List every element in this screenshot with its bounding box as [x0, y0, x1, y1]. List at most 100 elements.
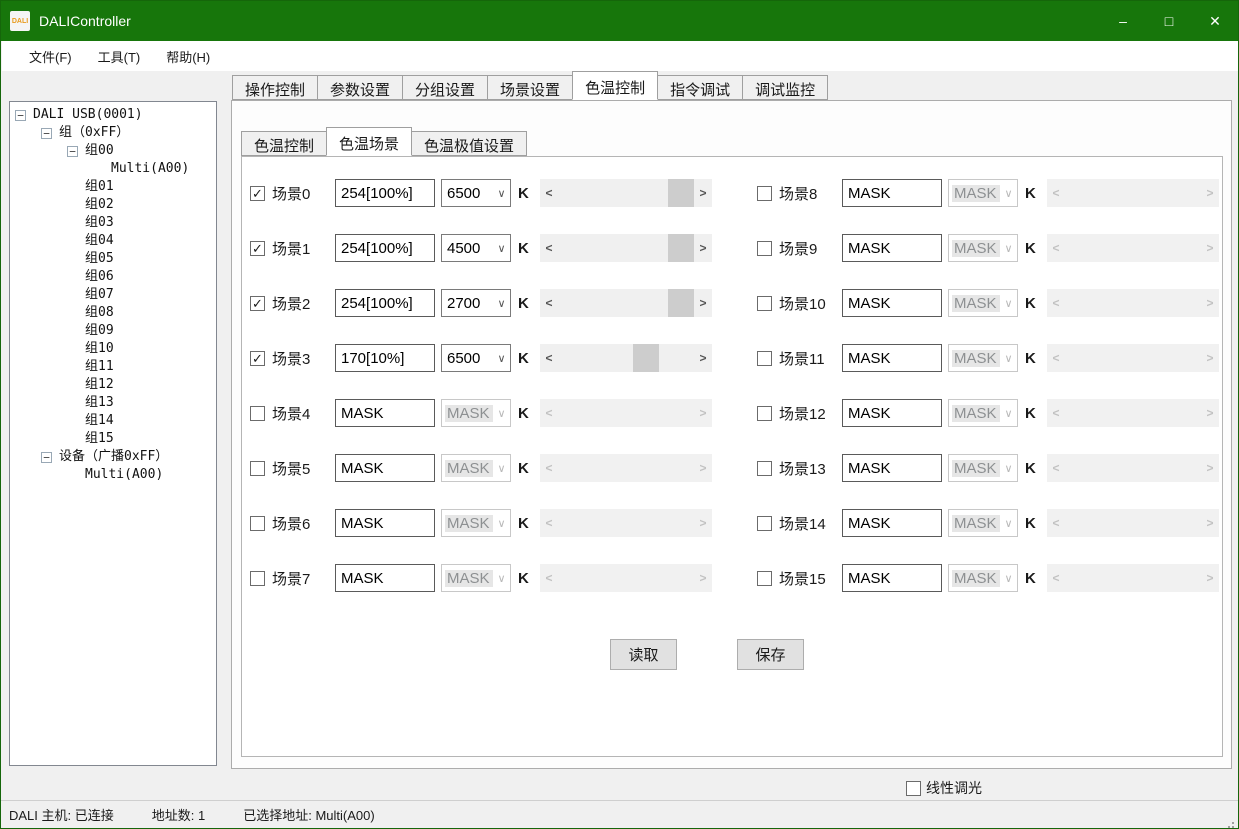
sub-tab-2[interactable]: 色温极值设置	[411, 131, 527, 156]
scene-scrollbar[interactable]: < >	[540, 454, 712, 482]
scroll-left-icon[interactable]: <	[1047, 509, 1065, 537]
scene-level-input[interactable]	[842, 289, 942, 317]
scene-scrollbar[interactable]: < >	[540, 234, 712, 262]
tree-item[interactable]: 组04	[10, 232, 216, 250]
tree-item[interactable]: 组09	[10, 322, 216, 340]
scene-checkbox[interactable]	[250, 406, 265, 421]
tree-item[interactable]: −DALI USB(0001)	[10, 106, 216, 124]
scene-temp-dropdown[interactable]: MASK ∨	[441, 564, 511, 592]
scroll-left-icon[interactable]: <	[540, 399, 558, 427]
scroll-thumb-handle[interactable]	[668, 234, 694, 262]
scroll-left-icon[interactable]: <	[1047, 399, 1065, 427]
scene-checkbox[interactable]: ✓	[250, 296, 265, 311]
scene-checkbox[interactable]: ✓	[250, 186, 265, 201]
scroll-left-icon[interactable]: <	[540, 509, 558, 537]
scene-scrollbar[interactable]: < >	[1047, 344, 1219, 372]
tree-item[interactable]: 组03	[10, 214, 216, 232]
scene-checkbox[interactable]	[757, 571, 772, 586]
scene-level-input[interactable]	[842, 399, 942, 427]
scroll-right-icon[interactable]: >	[1201, 179, 1219, 207]
menu-item-0[interactable]: 文件(F)	[16, 41, 85, 71]
scene-level-input[interactable]	[335, 399, 435, 427]
scene-temp-dropdown[interactable]: MASK ∨	[948, 454, 1018, 482]
scene-checkbox[interactable]: ✓	[250, 351, 265, 366]
scroll-right-icon[interactable]: >	[1201, 344, 1219, 372]
scene-checkbox[interactable]	[250, 461, 265, 476]
main-tab-0[interactable]: 操作控制	[232, 75, 318, 100]
scroll-right-icon[interactable]: >	[694, 399, 712, 427]
scroll-right-icon[interactable]: >	[694, 289, 712, 317]
scene-scrollbar[interactable]: < >	[1047, 234, 1219, 262]
scene-scrollbar[interactable]: < >	[540, 179, 712, 207]
scene-checkbox[interactable]	[757, 296, 772, 311]
maximize-button[interactable]: □	[1146, 1, 1192, 41]
scene-scrollbar[interactable]: < >	[540, 289, 712, 317]
scene-temp-dropdown[interactable]: 4500 ∨	[441, 234, 511, 262]
scene-checkbox[interactable]	[757, 241, 772, 256]
resize-grip-icon[interactable]	[1232, 822, 1234, 824]
scene-level-input[interactable]	[335, 564, 435, 592]
scene-scrollbar[interactable]: < >	[540, 344, 712, 372]
scene-level-input[interactable]	[335, 509, 435, 537]
scroll-left-icon[interactable]: <	[540, 344, 558, 372]
expand-collapse-icon[interactable]: −	[41, 128, 52, 139]
scroll-left-icon[interactable]: <	[1047, 289, 1065, 317]
scene-temp-dropdown[interactable]: 2700 ∨	[441, 289, 511, 317]
tree-item[interactable]: 组13	[10, 394, 216, 412]
scene-checkbox[interactable]	[757, 516, 772, 531]
scene-level-input[interactable]	[842, 454, 942, 482]
tree-item[interactable]: 组06	[10, 268, 216, 286]
scene-level-input[interactable]	[842, 564, 942, 592]
scene-checkbox[interactable]	[250, 516, 265, 531]
scene-checkbox[interactable]: ✓	[250, 241, 265, 256]
scene-checkbox[interactable]	[757, 461, 772, 476]
scroll-left-icon[interactable]: <	[540, 234, 558, 262]
expand-collapse-icon[interactable]: −	[41, 452, 52, 463]
main-tab-4[interactable]: 色温控制	[572, 71, 658, 100]
scene-temp-dropdown[interactable]: MASK ∨	[948, 564, 1018, 592]
scene-scrollbar[interactable]: < >	[1047, 179, 1219, 207]
scene-temp-dropdown[interactable]: MASK ∨	[948, 234, 1018, 262]
scene-checkbox[interactable]	[250, 571, 265, 586]
scene-level-input[interactable]	[335, 289, 435, 317]
scene-level-input[interactable]	[842, 234, 942, 262]
tree-item[interactable]: Multi(A00)	[10, 160, 216, 178]
scene-scrollbar[interactable]: < >	[540, 399, 712, 427]
scroll-right-icon[interactable]: >	[694, 454, 712, 482]
scene-level-input[interactable]	[842, 179, 942, 207]
sub-tab-1[interactable]: 色温场景	[326, 127, 412, 156]
tree-item[interactable]: 组01	[10, 178, 216, 196]
tree-item[interactable]: 组10	[10, 340, 216, 358]
scroll-right-icon[interactable]: >	[1201, 289, 1219, 317]
linear-dimming-checkbox[interactable]	[906, 781, 921, 796]
main-tab-3[interactable]: 场景设置	[487, 75, 573, 100]
scroll-right-icon[interactable]: >	[1201, 509, 1219, 537]
scene-scrollbar[interactable]: < >	[1047, 509, 1219, 537]
scene-level-input[interactable]	[335, 344, 435, 372]
tree-item[interactable]: 组02	[10, 196, 216, 214]
scene-checkbox[interactable]	[757, 406, 772, 421]
scene-scrollbar[interactable]: < >	[1047, 454, 1219, 482]
scroll-left-icon[interactable]: <	[540, 289, 558, 317]
scene-temp-dropdown[interactable]: MASK ∨	[948, 509, 1018, 537]
main-tab-1[interactable]: 参数设置	[317, 75, 403, 100]
scroll-left-icon[interactable]: <	[1047, 344, 1065, 372]
scene-level-input[interactable]	[842, 344, 942, 372]
scene-scrollbar[interactable]: < >	[1047, 564, 1219, 592]
scene-level-input[interactable]	[842, 509, 942, 537]
scroll-right-icon[interactable]: >	[1201, 454, 1219, 482]
scroll-left-icon[interactable]: <	[540, 454, 558, 482]
scene-temp-dropdown[interactable]: 6500 ∨	[441, 344, 511, 372]
menu-item-1[interactable]: 工具(T)	[85, 41, 154, 71]
minimize-button[interactable]: –	[1100, 1, 1146, 41]
scene-scrollbar[interactable]: < >	[540, 509, 712, 537]
scene-temp-dropdown[interactable]: MASK ∨	[441, 454, 511, 482]
scroll-right-icon[interactable]: >	[1201, 234, 1219, 262]
tree-item[interactable]: −组（0xFF）	[10, 124, 216, 142]
tree-item[interactable]: −组00	[10, 142, 216, 160]
expand-collapse-icon[interactable]: −	[15, 110, 26, 121]
main-tab-2[interactable]: 分组设置	[402, 75, 488, 100]
scene-level-input[interactable]	[335, 454, 435, 482]
save-button[interactable]: 保存	[737, 639, 804, 670]
scene-temp-dropdown[interactable]: MASK ∨	[441, 509, 511, 537]
